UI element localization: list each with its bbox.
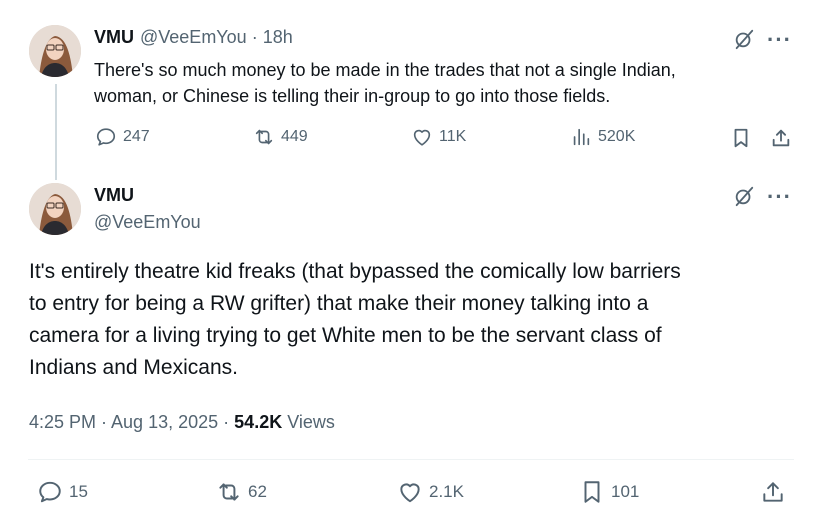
reply-count: 15	[69, 482, 88, 501]
thread-line	[55, 84, 57, 180]
tweet1-text: There's so much money to be made in the …	[94, 57, 676, 109]
bookmark-button[interactable]: 101	[579, 479, 639, 505]
like-count: 11K	[439, 128, 467, 145]
share-icon[interactable]	[770, 127, 792, 154]
user-handle[interactable]: @VeeEmYou	[94, 212, 201, 233]
display-name[interactable]: VMU	[94, 27, 134, 48]
separator-dot: ·	[223, 412, 230, 432]
like-icon	[413, 129, 431, 146]
tweet-timestamp[interactable]: 4:25 PM · Aug 13, 2025	[29, 412, 218, 432]
tweet-text-line: Indians and Mexicans.	[29, 356, 238, 379]
repost-icon	[255, 129, 273, 145]
separator-dot: ·	[251, 27, 258, 47]
bookmark-icon[interactable]	[730, 127, 752, 154]
share-button[interactable]	[760, 479, 786, 505]
tweet2-text: It's entirely theatre kid freaks (that b…	[29, 256, 681, 384]
avatar[interactable]	[29, 25, 81, 77]
reply-button[interactable]: 15	[37, 479, 88, 505]
divider	[28, 459, 794, 460]
reply-count: 247	[123, 128, 150, 145]
user-handle[interactable]: @VeeEmYou	[140, 27, 247, 48]
repost-button[interactable]: 449	[253, 126, 308, 148]
grok-icon[interactable]	[733, 28, 755, 55]
like-button[interactable]: 11K	[411, 126, 466, 148]
tweet1-header: VMU @VeeEmYou · 18h	[94, 27, 293, 48]
reply-button[interactable]: 247	[95, 126, 150, 148]
reply-icon	[96, 128, 116, 146]
bookmark-icon	[584, 481, 600, 503]
more-icon[interactable]: ···	[767, 27, 792, 53]
grok-icon[interactable]	[733, 185, 755, 212]
display-name[interactable]: VMU	[94, 185, 134, 206]
more-icon[interactable]: ···	[767, 184, 792, 210]
like-icon	[400, 483, 420, 503]
repost-icon	[219, 483, 239, 501]
share-icon	[763, 482, 783, 502]
bookmark-count: 101	[611, 482, 640, 501]
view-count: 54.2K	[234, 412, 283, 432]
tweet-meta: 4:25 PM · Aug 13, 2025 · 54.2K Views	[29, 412, 335, 433]
view-count: 520K	[598, 128, 636, 145]
repost-button[interactable]: 62	[216, 479, 267, 505]
like-count: 2.1K	[429, 482, 464, 501]
tweet-text-line: woman, or Chinese is telling their in-gr…	[94, 86, 611, 106]
tweet-text-line: camera for a living trying to get White …	[29, 324, 662, 347]
tweet-text-line: to entry for being a RW grifter) that ma…	[29, 292, 649, 315]
repost-count: 449	[281, 128, 308, 145]
like-button[interactable]: 2.1K	[397, 479, 464, 505]
tweet-text-line: It's entirely theatre kid freaks (that b…	[29, 260, 681, 283]
views-button[interactable]: 520K	[570, 126, 635, 148]
reply-icon	[39, 481, 61, 503]
repost-count: 62	[248, 482, 267, 501]
tweet-text-line: There's so much money to be made in the …	[94, 60, 676, 80]
views-label: Views	[287, 412, 335, 432]
tweet-time[interactable]: 18h	[263, 27, 293, 48]
views-icon	[573, 128, 590, 146]
avatar[interactable]	[29, 183, 81, 235]
